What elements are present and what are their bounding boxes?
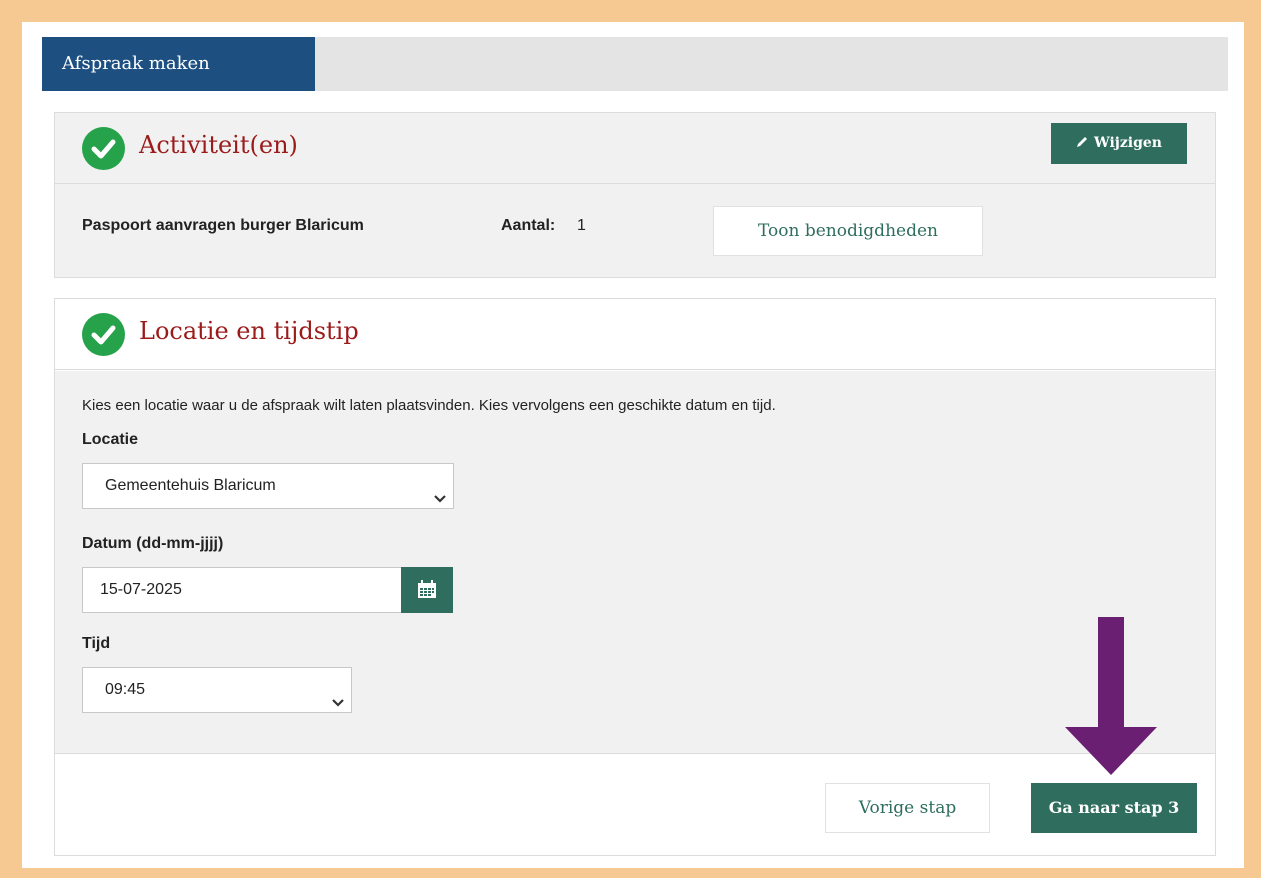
activities-panel: Activiteit(en) Wijzigen Paspoort aanvrag… (54, 112, 1216, 278)
location-header: Locatie en tijdstip (55, 299, 1215, 370)
time-select-value: 09:45 (105, 681, 146, 698)
location-title: Locatie en tijdstip (139, 317, 359, 345)
activities-header: Activiteit(en) Wijzigen (55, 113, 1215, 184)
quantity-label: Aantal: (501, 217, 556, 234)
page-frame: Afspraak maken Activiteit(en) Wijzigen P… (22, 22, 1244, 868)
show-requirements-button[interactable]: Toon benodigdheden (713, 206, 983, 256)
check-circle-icon (82, 313, 125, 356)
time-select[interactable]: 09:45 (82, 667, 352, 713)
quantity-value: 1 (577, 217, 586, 234)
intro-text: Kies een locatie waar u de afspraak wilt… (82, 397, 776, 414)
next-step-button[interactable]: Ga naar stap 3 (1031, 783, 1197, 833)
date-input[interactable]: 15-07-2025 (82, 567, 402, 613)
location-label: Locatie (82, 431, 139, 448)
chevron-down-icon (433, 479, 447, 523)
location-select-value: Gemeentehuis Blaricum (105, 477, 276, 494)
calendar-icon (418, 580, 436, 598)
tab-bar: Afspraak maken (42, 37, 1228, 91)
location-body: Kies een locatie waar u de afspraak wilt… (55, 371, 1215, 754)
activities-title: Activiteit(en) (139, 131, 298, 159)
time-label: Tijd (82, 635, 111, 652)
date-label: Datum (dd-mm-jjjj) (82, 535, 224, 552)
calendar-button[interactable] (401, 567, 453, 613)
activity-name: Paspoort aanvragen burger Blaricum (82, 217, 364, 234)
down-arrow-icon (1065, 617, 1157, 775)
pencil-icon (1076, 123, 1089, 164)
chevron-down-icon (331, 683, 345, 727)
tab-afspraak-maken[interactable]: Afspraak maken (42, 37, 315, 91)
activity-row: Paspoort aanvragen burger Blaricum Aanta… (55, 185, 1215, 277)
location-panel: Locatie en tijdstip Kies een locatie waa… (54, 298, 1216, 856)
step-footer: Vorige stap Ga naar stap 3 (55, 755, 1215, 855)
check-circle-icon (82, 127, 125, 170)
location-select[interactable]: Gemeentehuis Blaricum (82, 463, 454, 509)
edit-button[interactable]: Wijzigen (1051, 123, 1187, 164)
previous-step-button[interactable]: Vorige stap (825, 783, 990, 833)
edit-button-label: Wijzigen (1093, 135, 1162, 151)
